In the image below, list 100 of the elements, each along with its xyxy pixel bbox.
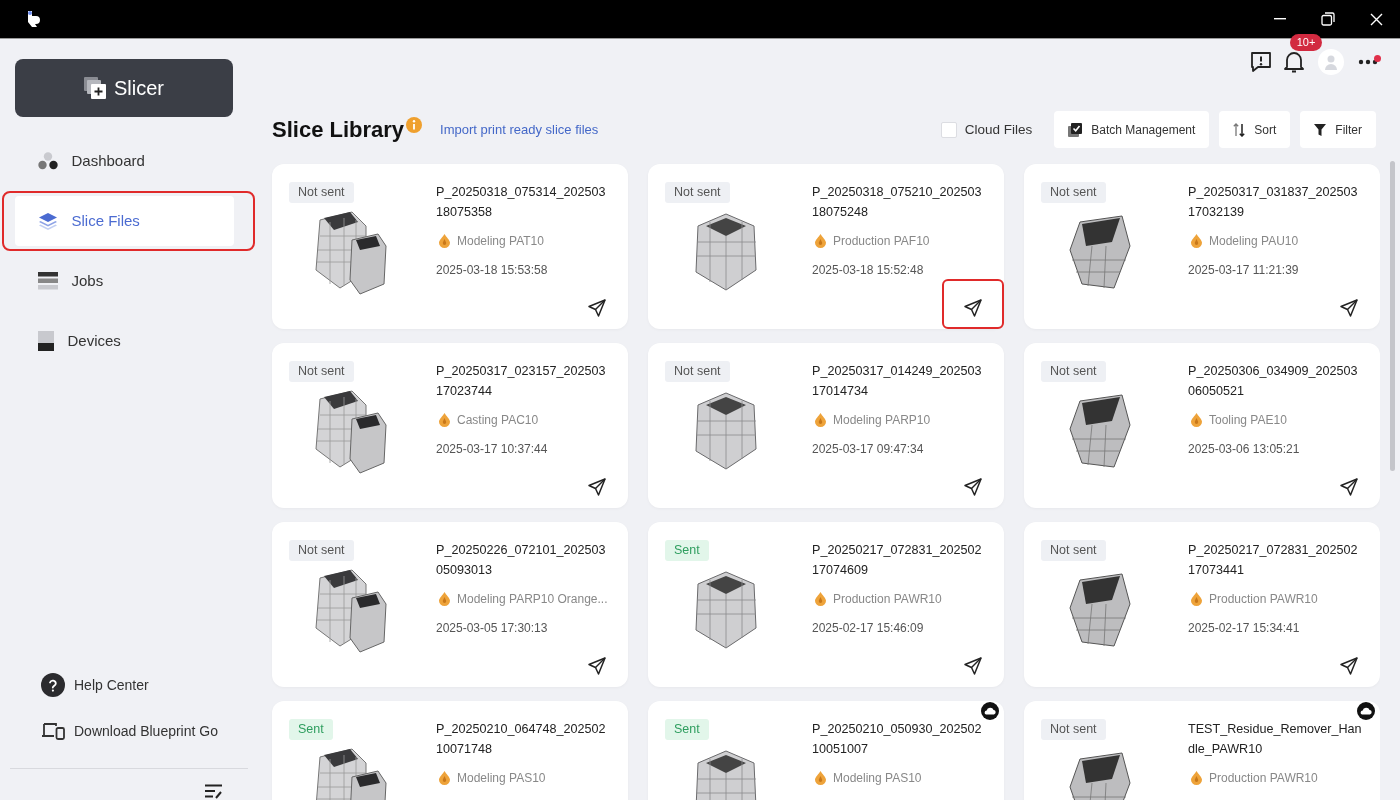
file-date: 2025-03-05 17:30:13: [436, 620, 549, 637]
status-badge: Not sent: [665, 361, 730, 382]
drop-icon: [1191, 234, 1202, 248]
material-name: Modeling PAS10: [457, 771, 546, 785]
drop-icon: [439, 592, 450, 606]
slice-file-card[interactable]: Not sent P_20250317_014249_20250317014734 Modeling PARP10 2025-03-17 09:47:34: [648, 343, 1004, 508]
drop-icon: [815, 234, 826, 248]
slice-file-card[interactable]: Not sent P_20250306_034909_20250306050521 Tooling PAE10 2025-03-06 13:05:21: [1024, 343, 1380, 508]
send-icon[interactable]: [964, 299, 982, 317]
status-badge: Sent: [665, 719, 709, 740]
slice-file-card[interactable]: Sent P_20250210_050930_20250210051007 Modeling PAS10: [648, 701, 1004, 800]
toolbar-button[interactable]: Filter: [1300, 111, 1376, 148]
material-name: Modeling PAS10: [833, 771, 922, 785]
slice-file-card[interactable]: Sent P_20250210_064748_20250210071748 Modeling PAS10: [272, 701, 628, 800]
material-name: Production PAWR10: [833, 592, 942, 606]
material-name: Tooling PAE10: [1209, 413, 1287, 427]
sidebar-link[interactable]: Help Center: [41, 662, 149, 708]
feedback-icon[interactable]: [1250, 51, 1272, 73]
restore-icon: [1321, 12, 1335, 26]
circles-icon: [37, 151, 58, 170]
minimize-icon: [1274, 18, 1286, 20]
slicer-button[interactable]: Slicer: [15, 59, 233, 117]
file-name: P_20250226_072101_20250305093013: [436, 542, 607, 579]
sidebar-item[interactable]: Devices: [14, 315, 234, 366]
file-date: 2025-03-06 13:05:21: [1188, 441, 1301, 458]
drop-icon: [439, 413, 450, 427]
drop-icon: [439, 234, 450, 248]
slice-file-card[interactable]: Not sent TEST_Residue_Remover_Handle_PAWR10 Production PAWR10: [1024, 701, 1380, 800]
sidebar-link[interactable]: Download Blueprint Go: [41, 708, 218, 754]
scrollbar-thumb[interactable]: [1390, 161, 1395, 471]
slice-file-card[interactable]: Not sent P_20250217_072831_20250217073441 Production PAWR10 2025-02-17 15:34:41: [1024, 522, 1380, 687]
file-name: P_20250318_075314_20250318075358: [436, 184, 607, 221]
drop-icon: [1191, 592, 1202, 606]
sidebar-item[interactable]: Slice Files: [14, 195, 234, 246]
file-name: P_20250317_023157_20250317023744: [436, 363, 607, 400]
material-name: Modeling PAT10: [457, 234, 544, 248]
file-date: 2025-03-17 10:37:44: [436, 441, 549, 458]
material-name: Production PAF10: [833, 234, 930, 248]
file-date: 2025-03-17 09:47:34: [812, 441, 925, 458]
import-link[interactable]: Import print ready slice files: [440, 122, 599, 137]
status-badge: Sent: [289, 719, 333, 740]
material-name: Modeling PAU10: [1209, 234, 1299, 248]
material-name: Casting PAC10: [457, 413, 539, 427]
add-file-icon: [84, 77, 106, 99]
sidebar-item[interactable]: Jobs: [14, 255, 234, 306]
material-name: Modeling PARP10: [833, 413, 931, 427]
sidebar-item[interactable]: Dashboard: [14, 135, 234, 186]
help-icon: [41, 673, 65, 697]
app-logo-icon: [27, 10, 41, 28]
toolbar-button[interactable]: Batch Management: [1054, 111, 1210, 148]
material-name: Production PAWR10: [1209, 592, 1318, 606]
checklist-icon: [1068, 122, 1083, 137]
toolbar-button[interactable]: Sort: [1219, 111, 1291, 148]
cloud-files-checkbox[interactable]: Cloud Files: [940, 121, 1033, 138]
notification-count: 10+: [1290, 34, 1322, 51]
checkbox-icon: [940, 121, 957, 138]
more-icon[interactable]: [1358, 59, 1378, 65]
send-icon[interactable]: [1340, 299, 1358, 317]
send-icon[interactable]: [588, 299, 606, 317]
file-name: P_20250217_072831_20250217073441: [1188, 542, 1359, 579]
status-badge: Not sent: [289, 182, 354, 203]
status-badge: Sent: [665, 540, 709, 561]
send-icon[interactable]: [1340, 478, 1358, 496]
slice-file-card[interactable]: Not sent P_20250318_075314_20250318075358 Modeling PAT10 2025-03-18 15:53:58: [272, 164, 628, 329]
file-name: P_20250318_075210_20250318075248: [812, 184, 983, 221]
file-name: P_20250210_050930_20250210051007: [812, 721, 983, 758]
file-name: TEST_Residue_Remover_Handle_PAWR10: [1188, 721, 1362, 758]
layers-icon: [37, 211, 58, 230]
slice-file-card[interactable]: Not sent P_20250317_031837_20250317032139 Modeling PAU10 2025-03-17 11:21:39: [1024, 164, 1380, 329]
slice-file-card[interactable]: Not sent P_20250317_023157_20250317023744 Casting PAC10 2025-03-17 10:37:44: [272, 343, 628, 508]
file-date: 2025-02-17 15:34:41: [1188, 620, 1301, 637]
material-name: Modeling PARP10 Orange...: [457, 592, 608, 606]
slice-file-card[interactable]: Not sent P_20250226_072101_20250305093013 Modeling PARP10 Orange... 2025-03-05 17:30:13: [272, 522, 628, 687]
sort-icon: [1233, 122, 1246, 137]
notifications-icon[interactable]: [1284, 51, 1304, 73]
send-icon[interactable]: [964, 478, 982, 496]
send-icon[interactable]: [588, 478, 606, 496]
slice-file-card[interactable]: Sent P_20250217_072831_20250217074609 Production PAWR10 2025-02-17 15:46:09: [648, 522, 1004, 687]
status-badge: Not sent: [1041, 540, 1106, 561]
drop-icon: [815, 592, 826, 606]
material-name: Production PAWR10: [1209, 771, 1318, 785]
collapse-menu-icon[interactable]: [205, 784, 223, 800]
file-date: 2025-03-18 15:53:58: [436, 262, 549, 279]
file-name: P_20250217_072831_20250217074609: [812, 542, 983, 579]
drop-icon: [815, 771, 826, 785]
drop-icon: [1191, 771, 1202, 785]
send-icon[interactable]: [1340, 657, 1358, 675]
laptop-phone-icon: [41, 722, 65, 740]
device-icon: [37, 330, 54, 351]
close-icon: [1369, 12, 1383, 26]
send-icon[interactable]: [964, 657, 982, 675]
filter-icon: [1314, 123, 1327, 136]
file-name: P_20250317_031837_20250317032139: [1188, 184, 1359, 221]
status-badge: Not sent: [1041, 182, 1106, 203]
file-name: P_20250306_034909_20250306050521: [1188, 363, 1359, 400]
status-badge: Not sent: [665, 182, 730, 203]
slice-file-card[interactable]: Not sent P_20250318_075210_20250318075248 Production PAF10 2025-03-18 15:52:48: [648, 164, 1004, 329]
drop-icon: [1191, 413, 1202, 427]
send-icon[interactable]: [588, 657, 606, 675]
status-badge: Not sent: [1041, 361, 1106, 382]
